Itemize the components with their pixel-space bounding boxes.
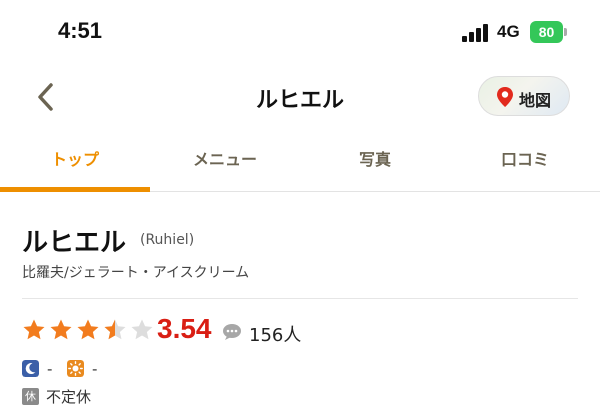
map-button-label: 地図 [519, 91, 552, 110]
status-time: 4:51 [58, 18, 103, 43]
star-empty-icon [131, 319, 153, 340]
active-tab-indicator [0, 187, 150, 192]
shop-genre: 比羅夫/ジェラート・アイスクリーム [22, 265, 250, 281]
shop-name-roman: (Ruhiel) [140, 232, 195, 248]
holiday-text: 不定休 [46, 388, 92, 405]
holiday-badge: 休 [22, 388, 39, 405]
battery-icon: 80 [530, 21, 567, 43]
review-count[interactable]: 156人 [249, 321, 301, 347]
tab-top[interactable]: トップ [0, 132, 150, 190]
map-pin-icon [497, 87, 513, 107]
rating-score: 3.54 [157, 313, 212, 344]
divider [22, 298, 578, 299]
dinner-budget: - [47, 360, 53, 378]
nav-header: ルヒエル 地図 [0, 62, 600, 132]
tab-bar: トップ メニュー 写真 口コミ [0, 132, 600, 192]
star-half-icon [104, 319, 126, 340]
tab-menu[interactable]: メニュー [150, 132, 300, 190]
cellular-signal-icon [462, 24, 490, 42]
battery-level: 80 [530, 21, 563, 43]
comment-bubble-icon [223, 324, 241, 340]
lunch-sun-icon [67, 360, 84, 377]
network-type: 4G [497, 22, 520, 41]
tab-reviews[interactable]: 口コミ [450, 132, 600, 190]
lunch-budget: - [92, 360, 98, 378]
shop-name: ルヒエル [22, 228, 127, 258]
dinner-moon-icon [22, 360, 39, 377]
map-button[interactable]: 地図 [478, 76, 570, 116]
star-full-icon [50, 319, 72, 340]
tab-photos[interactable]: 写真 [300, 132, 450, 190]
status-bar: 4:51 4G 80 [0, 0, 600, 62]
star-full-icon [23, 319, 45, 340]
star-full-icon [77, 319, 99, 340]
rating-stars [22, 318, 153, 344]
